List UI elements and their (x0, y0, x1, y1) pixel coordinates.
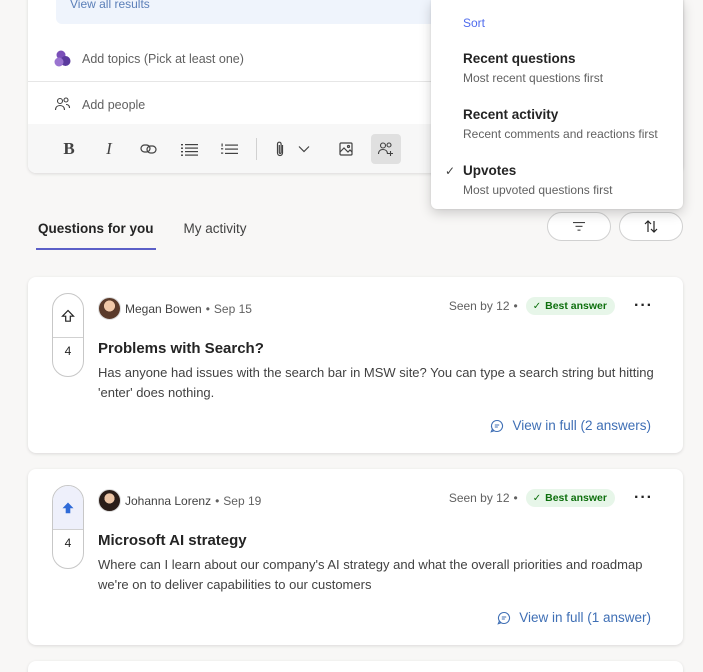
sort-option-title: Recent activity (463, 107, 559, 122)
arrow-up-filled-icon (62, 502, 74, 513)
view-in-full-label: View in full (2 answers) (512, 418, 651, 433)
more-options-icon[interactable]: ··· (634, 297, 653, 315)
post-date: Sep 19 (223, 493, 262, 508)
link-button[interactable] (134, 134, 164, 164)
chevron-down-icon (298, 146, 310, 153)
view-in-full-link[interactable]: View in full (1 answer) (497, 610, 651, 625)
tab-my-activity[interactable]: My activity (182, 214, 249, 250)
question-card[interactable] (28, 661, 683, 672)
italic-button[interactable]: I (94, 134, 124, 164)
seen-count[interactable]: Seen by 12 (449, 299, 510, 313)
question-status: Seen by 12 • ✓ Best answer (449, 489, 615, 507)
sort-menu-header: Sort (463, 16, 486, 30)
seen-count[interactable]: Seen by 12 (449, 491, 510, 505)
insert-image-button[interactable] (331, 134, 361, 164)
upvote-button[interactable] (53, 294, 83, 338)
filter-button[interactable] (547, 212, 611, 241)
view-in-full-label: View in full (1 answer) (519, 610, 651, 625)
badge-label: Best answer (545, 300, 607, 312)
question-card[interactable]: 4 Megan Bowen • Sep 15 Seen by 12 • ✓ Be… (28, 277, 683, 453)
question-body: Has anyone had issues with the search ba… (98, 365, 654, 400)
filter-icon (573, 222, 585, 231)
sort-arrows-icon (644, 220, 658, 233)
add-people-icon (52, 94, 74, 116)
question-card[interactable]: 4 Johanna Lorenz • Sep 19 Seen by 12 • ✓… (28, 469, 683, 645)
question-title[interactable]: Problems with Search? (98, 340, 264, 357)
sort-option-description: Most recent questions first (463, 71, 604, 85)
mention-people-button[interactable] (371, 134, 401, 164)
sort-option-title: Upvotes (463, 163, 517, 178)
sort-option-recent-activity[interactable]: Recent activity Recent comments and reac… (463, 107, 678, 141)
sort-option-description: Recent comments and reactions first (463, 127, 658, 141)
arrow-up-outline-icon (61, 309, 75, 322)
question-meta: Johanna Lorenz • Sep 19 (98, 489, 261, 512)
author-name[interactable]: Megan Bowen (125, 302, 202, 316)
view-in-full-link[interactable]: View in full (2 answers) (490, 418, 651, 433)
add-topics-placeholder: Add topics (Pick at least one) (82, 51, 244, 66)
attach-options-button[interactable] (295, 134, 313, 164)
checkmark-icon: ✓ (445, 164, 456, 178)
vote-count: 4 (64, 344, 72, 358)
comment-icon (490, 419, 504, 433)
question-body: Where can I learn about our company's AI… (98, 557, 643, 592)
sort-option-description: Most upvoted questions first (463, 183, 613, 197)
bulleted-list-icon (180, 143, 198, 156)
post-date: Sep 15 (213, 301, 252, 316)
paperclip-icon (276, 141, 284, 157)
vote-control: 4 (52, 293, 84, 377)
question-status: Seen by 12 • ✓ Best answer (449, 297, 615, 315)
avatar[interactable] (98, 297, 121, 320)
bold-button[interactable]: B (54, 134, 84, 164)
sort-menu: Sort Recent questions Most recent questi… (431, 0, 683, 209)
status-badge: ✓ Best answer (525, 297, 615, 315)
toolbar-divider (256, 138, 257, 160)
author-name[interactable]: Johanna Lorenz (125, 494, 211, 508)
people-add-icon (377, 142, 393, 156)
separator-dot: • (513, 491, 518, 505)
check-icon: ✓ (532, 300, 542, 312)
separator-dot: • (513, 299, 518, 313)
avatar[interactable] (98, 489, 121, 512)
tab-questions-for-you[interactable]: Questions for you (36, 214, 156, 250)
sort-option-recent-questions[interactable]: Recent questions Most recent questions f… (463, 51, 678, 85)
comment-icon (497, 611, 511, 625)
check-icon: ✓ (532, 492, 542, 504)
upvote-button[interactable] (53, 486, 83, 530)
question-title[interactable]: Microsoft AI strategy (98, 532, 247, 549)
image-icon (339, 142, 353, 156)
status-badge: ✓ Best answer (525, 489, 615, 507)
bulleted-list-button[interactable] (174, 134, 204, 164)
numbered-list-icon (220, 143, 238, 154)
vote-count: 4 (64, 536, 72, 550)
link-icon (140, 144, 157, 154)
view-all-results-link[interactable]: View all results (70, 0, 150, 11)
numbered-list-button[interactable] (214, 134, 244, 164)
sort-button[interactable] (619, 212, 683, 241)
topics-icon (52, 48, 74, 70)
sort-option-upvotes[interactable]: ✓ Upvotes Most upvoted questions first (445, 163, 678, 197)
add-people-placeholder: Add people (82, 97, 146, 112)
separator-dot: • (205, 301, 210, 316)
badge-label: Best answer (545, 492, 607, 504)
separator-dot: • (215, 493, 220, 508)
question-meta: Megan Bowen • Sep 15 (98, 297, 252, 320)
vote-control: 4 (52, 485, 84, 569)
more-options-icon[interactable]: ··· (634, 489, 653, 507)
sort-option-title: Recent questions (463, 51, 576, 66)
question-tabs: Questions for you My activity (36, 214, 275, 250)
attach-button[interactable] (265, 134, 295, 164)
